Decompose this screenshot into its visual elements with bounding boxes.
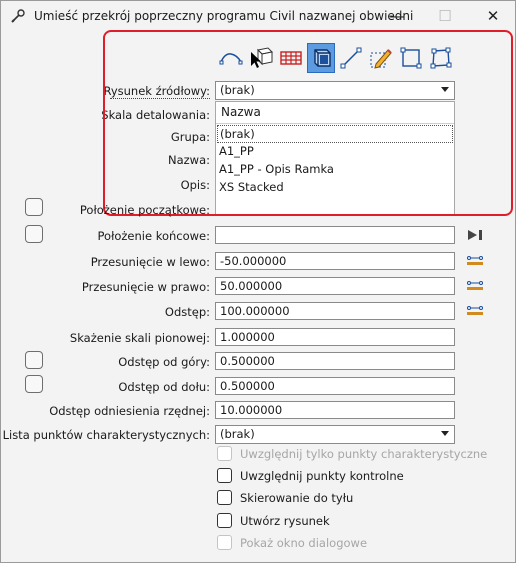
feature-points-list-label: Lista punktów charakterystycznych: [2,428,210,442]
cursor-cube-icon [251,47,274,68]
range-icon[interactable] [466,306,484,316]
detail-scale-label: Skala detalowania: [101,108,210,122]
window-title: Umieść przekrój poprzeczny programu Civi… [34,9,414,23]
pencil-icon [370,49,392,69]
toolbar-button-grid[interactable] [277,43,305,73]
box-view-icon [314,49,331,67]
feature-points-only-checkbox [217,446,232,461]
bottom-spacing-label: Odstęp od dołu: [118,380,210,394]
play-to-end-icon[interactable] [466,228,484,242]
offset-left-label: Przesunięcie w lewo: [90,255,210,269]
spacing-field[interactable]: 100.000000 [215,302,455,320]
range-icon[interactable] [466,281,484,291]
end-position-lock-toggle[interactable] [25,225,43,243]
offset-right-label: Przesunięcie w prawo: [81,280,210,294]
toolbar [217,43,455,75]
dropdown-item[interactable]: (brak) [217,125,453,143]
close-icon: ✕ [486,7,500,25]
feature-points-only-label: Uwzględnij tylko punkty charakterystyczn… [240,447,488,461]
close-button[interactable]: ✕ [470,0,516,32]
top-spacing-field[interactable]: 0.500000 [215,352,455,370]
minimize-icon: — [389,7,405,25]
vertical-scale-field[interactable]: 1.000000 [215,328,455,346]
end-position-label: Położenie końcowe: [97,229,210,243]
dropdown-header: Nazwa [216,102,454,124]
top-spacing-label: Odstęp od góry: [118,355,210,369]
end-position-field[interactable] [215,226,455,244]
toolbar-button-line[interactable] [337,43,365,73]
spacing-label: Odstęp: [164,305,210,319]
source-drawing-dropdown-list: Nazwa (brak) A1_PP A1_PP - Opis Ramka XS… [215,101,455,215]
range-icon[interactable] [466,256,484,266]
toolbar-button-spline[interactable] [217,43,245,73]
square-icon [400,47,422,69]
create-drawing-label: Utwórz rysunek [240,514,330,528]
feature-points-list-value: (brak) [220,427,255,441]
source-drawing-label: Rysunek źródłowy: [103,84,210,98]
offset-right-field[interactable]: 50.000000 [215,277,455,295]
elevation-ref-spacing-field[interactable]: 10.000000 [215,401,455,419]
toolbar-button-draw[interactable] [367,43,395,73]
name-label: Nazwa: [167,153,210,167]
control-points-label: Uwzględnij punkty kontrolne [240,469,404,483]
minimize-button[interactable]: — [374,0,420,32]
bottom-spacing-lock-toggle[interactable] [25,375,43,393]
show-dialog-label: Pokaż okno dialogowe [240,536,368,550]
reverse-direction-checkbox[interactable] [217,490,232,505]
elevation-ref-spacing-label: Odstęp odniesienia rzędnej: [49,404,210,418]
dropdown-item[interactable]: A1_PP - Opis Ramka [217,161,453,179]
reverse-direction-label: Skierowanie do tyłu [240,491,354,505]
line-icon [340,47,362,69]
create-drawing-checkbox[interactable] [217,513,232,528]
toolbar-button-rectangle[interactable] [397,43,425,73]
maximize-icon: ☐ [438,7,452,25]
group-label: Grupa: [170,130,210,144]
spline-icon [219,53,243,65]
chevron-down-icon [441,431,449,436]
grid-icon [280,51,302,65]
show-dialog-checkbox [217,535,232,550]
vertical-scale-label: Skażenie skali pionowej: [69,331,210,345]
chevron-down-icon [441,87,449,92]
description-label: Opis: [180,178,210,192]
toolbar-button-cross-section-box[interactable] [307,43,335,73]
control-points-checkbox[interactable] [217,468,232,483]
source-drawing-value: (brak) [220,83,255,97]
offset-left-field[interactable]: -50.000000 [215,252,455,270]
maximize-button: ☐ [422,0,468,32]
source-drawing-combo[interactable]: (brak) [215,81,455,100]
feature-points-list-combo[interactable]: (brak) [215,425,455,444]
top-spacing-lock-toggle[interactable] [25,351,43,369]
dropdown-item[interactable]: XS Stacked [217,179,453,197]
start-position-label: Położenie początkowe: [79,203,210,217]
app-icon [11,9,25,23]
bottom-spacing-field[interactable]: 0.500000 [215,377,455,395]
toolbar-button-polygon[interactable] [427,43,455,73]
dropdown-item[interactable]: A1_PP [217,143,453,161]
focus-indicator [110,98,210,99]
start-position-lock-toggle[interactable] [25,198,43,216]
quad-icon [430,47,452,69]
title-bar: Umieść przekrój poprzeczny programu Civi… [0,0,516,32]
toolbar-button-select-element[interactable] [247,43,275,73]
